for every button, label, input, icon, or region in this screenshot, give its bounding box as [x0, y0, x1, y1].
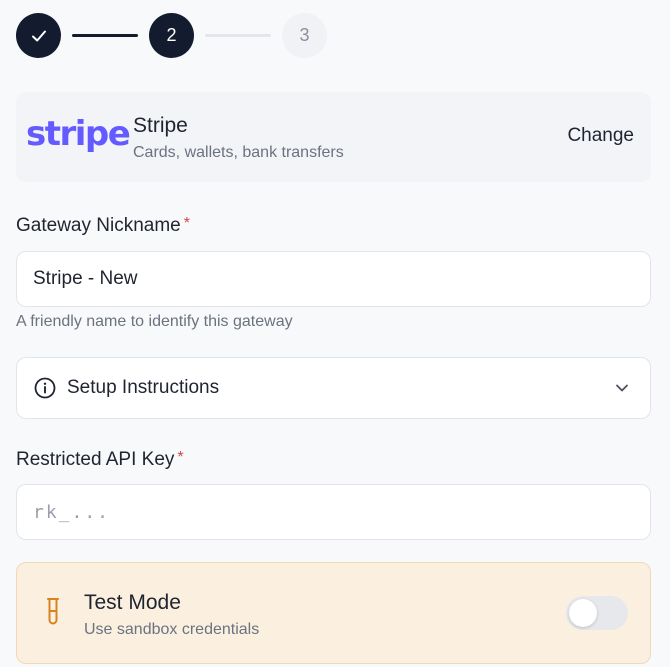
nickname-label-text: Gateway Nickname	[16, 215, 181, 236]
test-mode-toggle[interactable]	[566, 596, 628, 630]
required-mark: *	[183, 215, 190, 232]
check-icon	[31, 30, 46, 41]
info-icon	[34, 377, 56, 399]
setup-instructions-label: Setup Instructions	[67, 377, 220, 398]
toggle-knob	[569, 599, 597, 627]
test-mode-title: Test Mode	[84, 591, 181, 614]
test-tube-icon	[47, 598, 59, 625]
test-mode-card: Test Mode Use sandbox credentials	[16, 562, 651, 664]
step-2-active[interactable]: 2	[149, 13, 194, 58]
chevron-down-icon	[616, 384, 628, 392]
nickname-input[interactable]	[16, 251, 651, 307]
nickname-label: Gateway Nickname *	[16, 215, 190, 237]
nickname-helper-text: A friendly name to identify this gateway	[16, 313, 293, 330]
api-key-label-text: Restricted API Key	[16, 449, 175, 470]
api-key-label: Restricted API Key *	[16, 449, 184, 471]
step-3-pending[interactable]: 3	[282, 13, 327, 58]
provider-description: Cards, wallets, bank transfers	[133, 144, 344, 161]
change-provider-button[interactable]: Change	[567, 125, 634, 147]
step-connector-2	[205, 34, 271, 37]
test-mode-description: Use sandbox credentials	[84, 621, 260, 638]
provider-card: stripe Stripe Cards, wallets, bank trans…	[16, 92, 651, 182]
provider-name: Stripe	[133, 114, 188, 137]
step-1-complete[interactable]	[16, 13, 61, 58]
stripe-logo: stripe	[26, 114, 131, 154]
required-mark: *	[177, 449, 184, 466]
step-connector-1	[72, 34, 138, 37]
setup-instructions-accordion[interactable]: Setup Instructions	[16, 357, 651, 419]
api-key-input[interactable]	[16, 484, 651, 540]
stepper: 2 3	[16, 13, 327, 58]
